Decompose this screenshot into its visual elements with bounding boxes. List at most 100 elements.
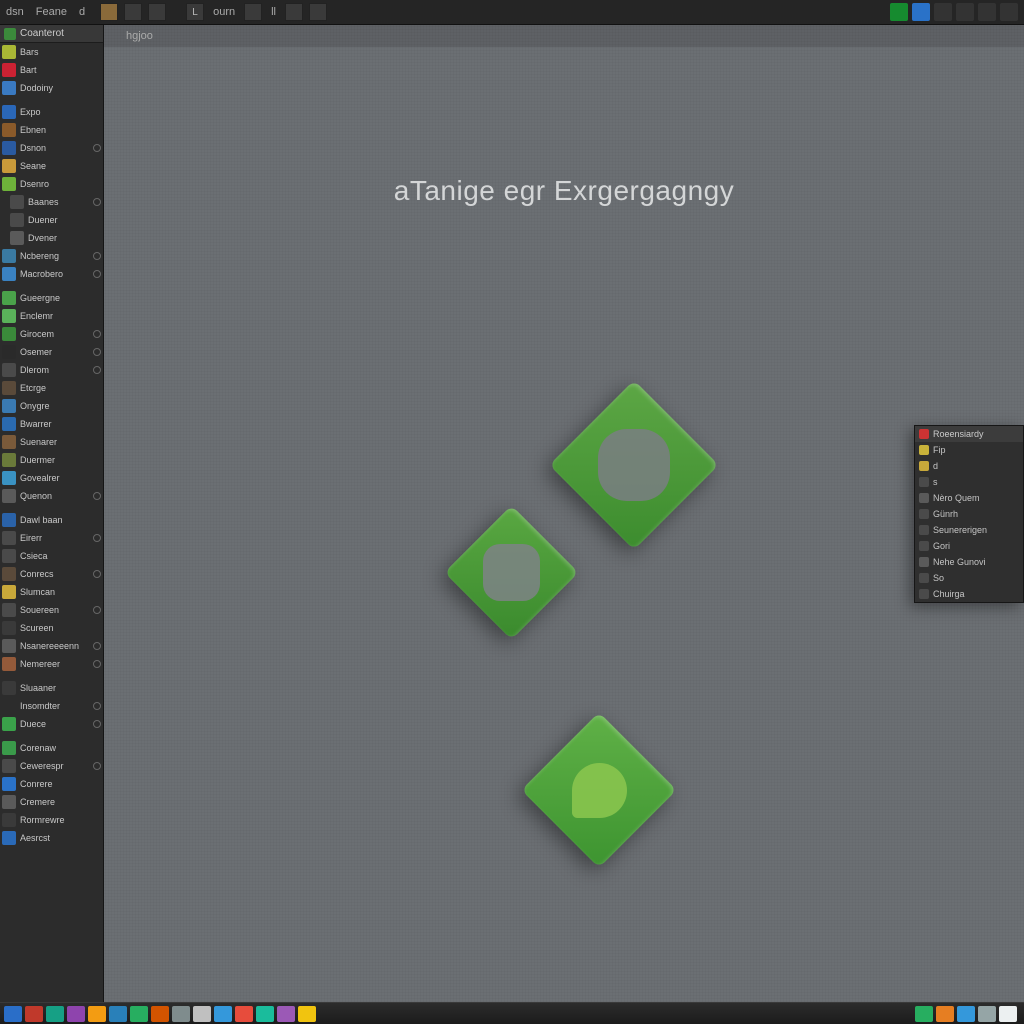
- taskbar-app-icon[interactable]: [214, 1006, 232, 1022]
- taskbar-app-icon[interactable]: [151, 1006, 169, 1022]
- layer-row[interactable]: Dodoiny: [0, 79, 103, 97]
- layer-row[interactable]: Nsanereeeenn: [0, 637, 103, 655]
- taskbar-app-icon[interactable]: [46, 1006, 64, 1022]
- tray-app-icon[interactable]: [957, 1006, 975, 1022]
- visibility-toggle-icon[interactable]: [93, 270, 101, 278]
- visibility-toggle-icon[interactable]: [93, 348, 101, 356]
- menu-d[interactable]: d: [79, 6, 85, 18]
- toolbar-btn-4[interactable]: [285, 3, 303, 21]
- layer-row[interactable]: Aesrcst: [0, 829, 103, 847]
- tray-app-icon[interactable]: [978, 1006, 996, 1022]
- visibility-toggle-icon[interactable]: [93, 720, 101, 728]
- toolbar-btn-3[interactable]: [244, 3, 262, 21]
- layer-row[interactable]: Dsenro: [0, 175, 103, 193]
- visibility-toggle-icon[interactable]: [93, 198, 101, 206]
- green-tile-large[interactable]: [549, 380, 719, 550]
- visibility-toggle-icon[interactable]: [93, 534, 101, 542]
- visibility-toggle-icon[interactable]: [93, 642, 101, 650]
- visibility-toggle-icon[interactable]: [93, 660, 101, 668]
- layer-row[interactable]: Rormrewre: [0, 811, 103, 829]
- layer-row[interactable]: Onygre: [0, 397, 103, 415]
- layer-row[interactable]: Duener: [0, 211, 103, 229]
- tray-icon-2[interactable]: [912, 3, 930, 21]
- taskbar-app-icon[interactable]: [235, 1006, 253, 1022]
- taskbar-app-icon[interactable]: [193, 1006, 211, 1022]
- layer-row[interactable]: Dvener: [0, 229, 103, 247]
- layer-row[interactable]: Conrere: [0, 775, 103, 793]
- visibility-toggle-icon[interactable]: [93, 492, 101, 500]
- layer-row[interactable]: Dsnon: [0, 139, 103, 157]
- green-tile-medium[interactable]: [444, 505, 578, 639]
- layer-row[interactable]: Osemer: [0, 343, 103, 361]
- visibility-toggle-icon[interactable]: [93, 702, 101, 710]
- tray-app-icon[interactable]: [915, 1006, 933, 1022]
- layer-row[interactable]: Bars: [0, 43, 103, 61]
- layer-row[interactable]: Souereen: [0, 601, 103, 619]
- visibility-toggle-icon[interactable]: [93, 330, 101, 338]
- tray-app-icon[interactable]: [936, 1006, 954, 1022]
- visibility-toggle-icon[interactable]: [93, 144, 101, 152]
- toolbar-btn-2[interactable]: [148, 3, 166, 21]
- layer-row[interactable]: Csieca: [0, 547, 103, 565]
- property-row[interactable]: So: [915, 570, 1023, 586]
- layer-row[interactable]: Govealrer: [0, 469, 103, 487]
- layer-row[interactable]: Girocem: [0, 325, 103, 343]
- menu-feane[interactable]: Feane: [36, 6, 67, 18]
- tray-app-icon[interactable]: [999, 1006, 1017, 1022]
- toolbar-btn-1[interactable]: [124, 3, 142, 21]
- layer-row[interactable]: Eirerr: [0, 529, 103, 547]
- layer-row[interactable]: Dawl baan: [0, 511, 103, 529]
- layer-row[interactable]: Conrecs: [0, 565, 103, 583]
- layer-row[interactable]: Cremere: [0, 793, 103, 811]
- taskbar-app-icon[interactable]: [88, 1006, 106, 1022]
- layer-row[interactable]: Macrobero: [0, 265, 103, 283]
- toolbar-btn-5[interactable]: [309, 3, 327, 21]
- property-row[interactable]: d: [915, 458, 1023, 474]
- layer-row[interactable]: Sluaaner: [0, 679, 103, 697]
- document-tab[interactable]: hgjoo: [116, 27, 163, 45]
- tray-icon-1[interactable]: [890, 3, 908, 21]
- layers-panel-header[interactable]: Coanterot: [0, 25, 103, 43]
- menu-dsn[interactable]: dsn: [6, 6, 24, 18]
- visibility-toggle-icon[interactable]: [93, 570, 101, 578]
- taskbar-app-icon[interactable]: [277, 1006, 295, 1022]
- tray-icon-5[interactable]: [978, 3, 996, 21]
- toolbar-text-l-icon[interactable]: L: [186, 3, 204, 21]
- layer-row[interactable]: Slumcan: [0, 583, 103, 601]
- property-row[interactable]: Nèro Quem: [915, 490, 1023, 506]
- taskbar-app-icon[interactable]: [172, 1006, 190, 1022]
- property-row[interactable]: Günrh: [915, 506, 1023, 522]
- property-row[interactable]: Chuirga: [915, 586, 1023, 602]
- layer-row[interactable]: Scureen: [0, 619, 103, 637]
- property-row[interactable]: Nehe Gunovi: [915, 554, 1023, 570]
- layer-row[interactable]: Insomdter: [0, 697, 103, 715]
- layer-row[interactable]: Expo: [0, 103, 103, 121]
- layer-row[interactable]: Duermer: [0, 451, 103, 469]
- close-icon[interactable]: [919, 429, 929, 439]
- layer-row[interactable]: Quenon: [0, 487, 103, 505]
- layer-row[interactable]: Corenaw: [0, 739, 103, 757]
- tray-icon-6[interactable]: [1000, 3, 1018, 21]
- tray-icon-3[interactable]: [934, 3, 952, 21]
- layer-row[interactable]: Bart: [0, 61, 103, 79]
- layer-row[interactable]: Baanes: [0, 193, 103, 211]
- visibility-toggle-icon[interactable]: [93, 762, 101, 770]
- tray-icon-4[interactable]: [956, 3, 974, 21]
- visibility-toggle-icon[interactable]: [93, 366, 101, 374]
- taskbar-app-icon[interactable]: [256, 1006, 274, 1022]
- layer-row[interactable]: Seane: [0, 157, 103, 175]
- property-row[interactable]: Gori: [915, 538, 1023, 554]
- layer-row[interactable]: Ncbereng: [0, 247, 103, 265]
- taskbar-app-icon[interactable]: [109, 1006, 127, 1022]
- floating-panel-header[interactable]: Roeensiardy: [915, 426, 1023, 442]
- taskbar-app-icon[interactable]: [4, 1006, 22, 1022]
- layer-row[interactable]: Dlerom: [0, 361, 103, 379]
- layer-row[interactable]: Cewerespr: [0, 757, 103, 775]
- layer-row[interactable]: Enclemr: [0, 307, 103, 325]
- property-row[interactable]: Seunererigen: [915, 522, 1023, 538]
- canvas-viewport[interactable]: hgjoo aTanige egr Exrgergagngy Roeensiar…: [104, 25, 1024, 1002]
- toolbar-folder-icon[interactable]: [100, 3, 118, 21]
- taskbar-app-icon[interactable]: [67, 1006, 85, 1022]
- layer-row[interactable]: Etcrge: [0, 379, 103, 397]
- property-row[interactable]: Fip: [915, 442, 1023, 458]
